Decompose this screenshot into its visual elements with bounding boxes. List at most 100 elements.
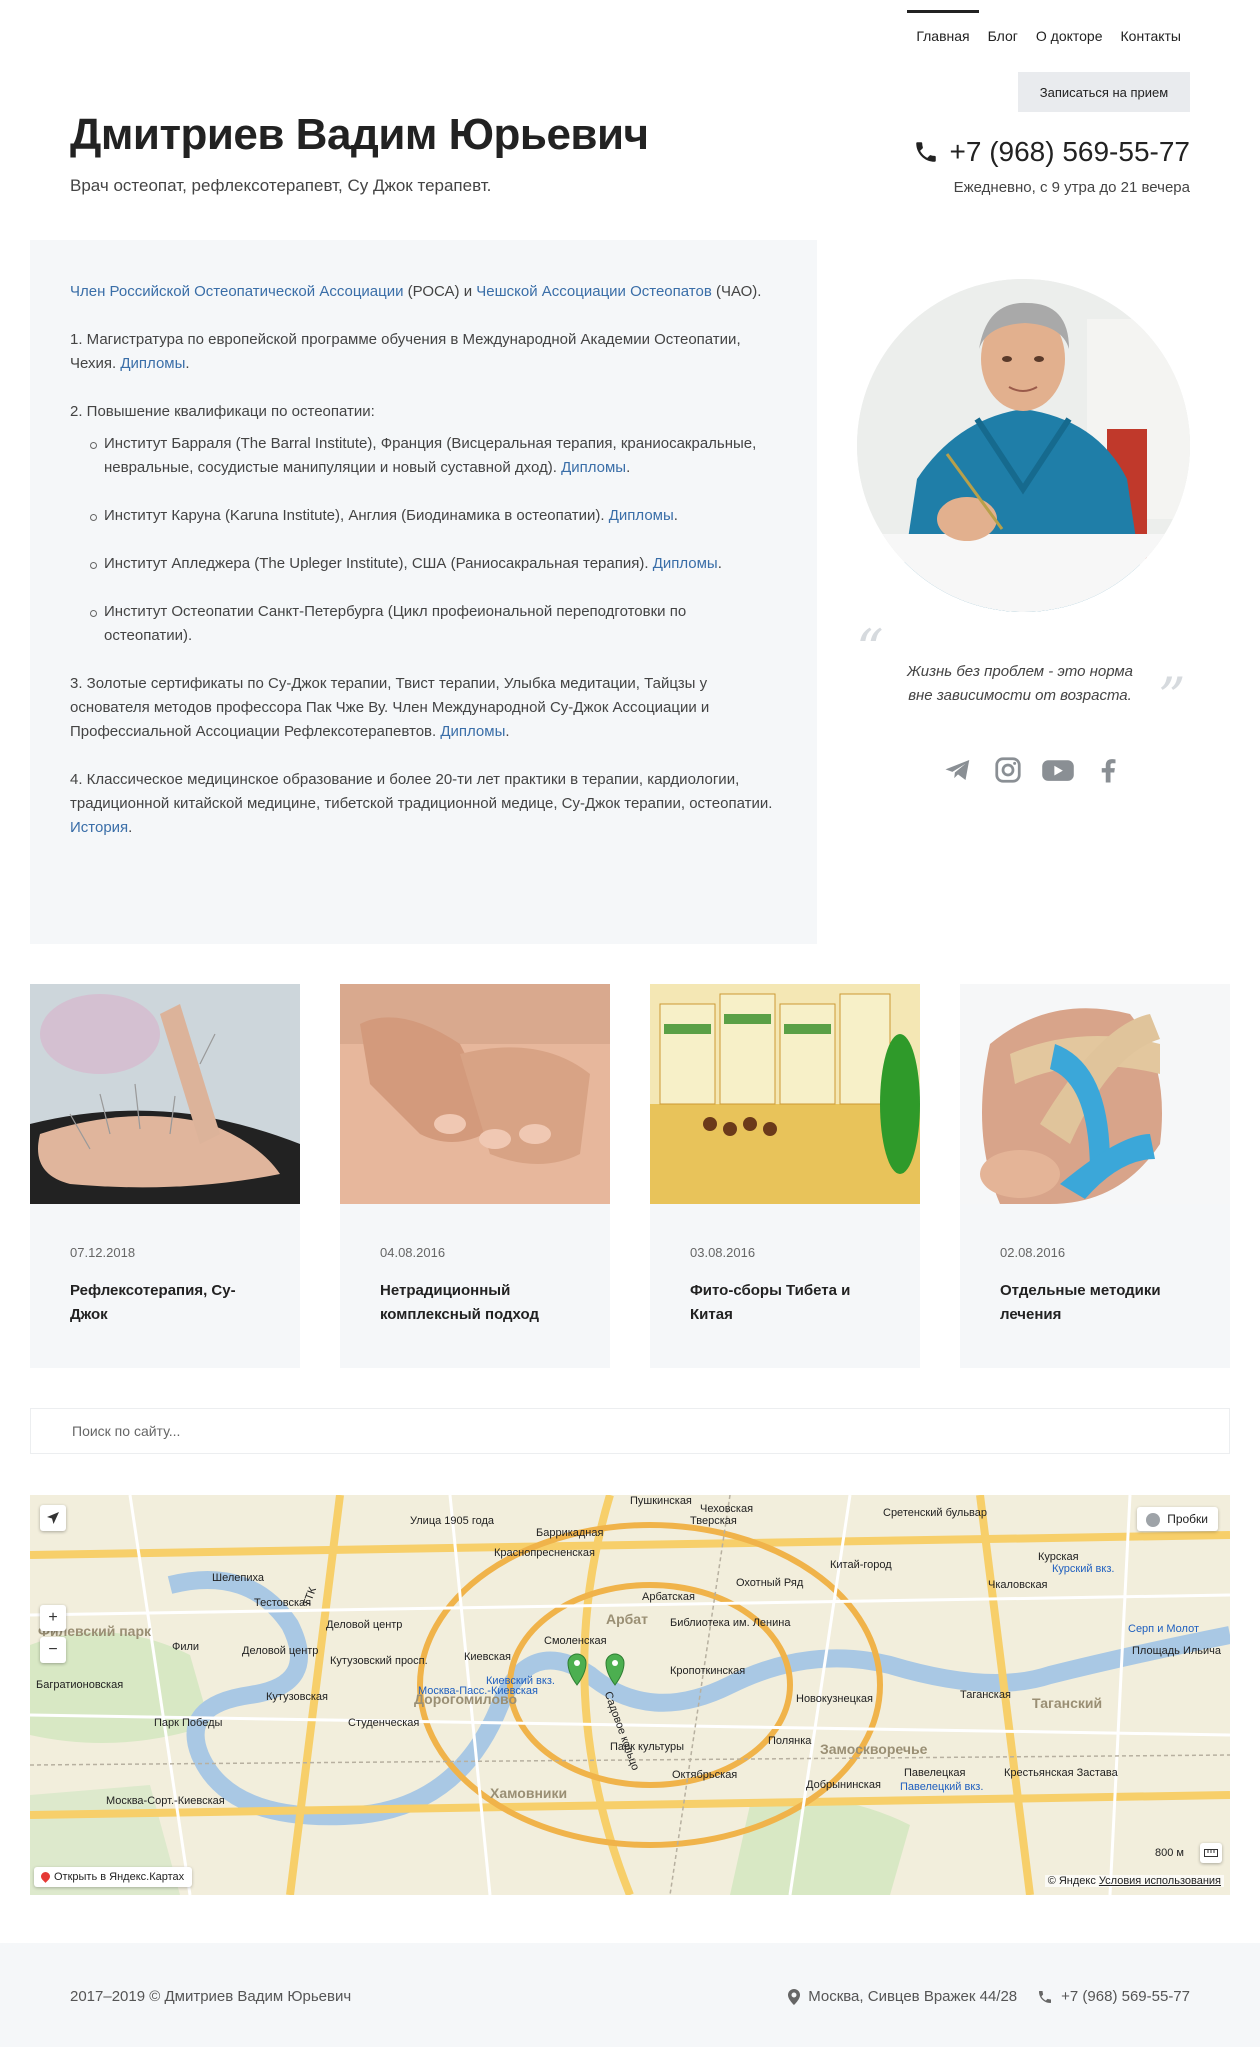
map-zoom-out-button[interactable]: − bbox=[40, 1637, 66, 1663]
footer-address[interactable]: Москва, Сивцев Вражек 44/28 bbox=[808, 1988, 1017, 2005]
doctor-quote: Жизнь без проблем - это норма вне зависи… bbox=[870, 660, 1170, 708]
map-label: Крестьянская Застава bbox=[1004, 1767, 1118, 1779]
bio-item-4: 4. Классическое медицинское образование … bbox=[70, 768, 777, 840]
location-pin-icon bbox=[788, 1988, 801, 2005]
rosa-link[interactable]: Член Российской Остеопатической Ассоциац… bbox=[70, 283, 404, 300]
social-links bbox=[940, 752, 1126, 788]
diplomas-link[interactable]: Дипломы bbox=[120, 355, 185, 372]
blog-card-4[interactable]: 02.08.2016 Отдельные методики лечения bbox=[960, 984, 1230, 1368]
diplomas-link[interactable]: Дипломы bbox=[561, 459, 626, 476]
card-title[interactable]: Нетрадиционный комплексный подход bbox=[380, 1279, 580, 1327]
card-title[interactable]: Отдельные методики лечения bbox=[1000, 1279, 1200, 1327]
facebook-icon[interactable] bbox=[1090, 752, 1126, 788]
map-label: Кутузовский просп. bbox=[330, 1655, 428, 1667]
bio-dot: . bbox=[717, 555, 722, 572]
map-label: Курский вкз. bbox=[1052, 1563, 1115, 1575]
bio-sub-3: Институт Апледжера (The Upleger Institut… bbox=[90, 552, 777, 576]
map-label: Таганский bbox=[1032, 1695, 1103, 1711]
card-title[interactable]: Фито-сборы Тибета и Китая bbox=[690, 1279, 890, 1327]
map-label: Новокузнецкая bbox=[796, 1693, 873, 1705]
working-hours: Ежедневно, с 9 утра до 21 вечера bbox=[953, 179, 1190, 196]
map-label: Пушкинская bbox=[630, 1495, 692, 1507]
blog-card-2[interactable]: 04.08.2016 Нетрадиционный комплексный по… bbox=[340, 984, 610, 1368]
card-image-herbs bbox=[650, 984, 920, 1204]
card-image-taping bbox=[960, 984, 1230, 1204]
bio-sub-4: Институт Остеопатии Санкт-Петербурга (Ци… bbox=[90, 600, 777, 648]
map-locate-button[interactable] bbox=[40, 1505, 66, 1531]
map-label: Парк Победы bbox=[154, 1717, 223, 1729]
traffic-icon bbox=[1146, 1513, 1161, 1527]
site-search bbox=[30, 1408, 1230, 1454]
bio-sub-2: Институт Каруна (Karuna Institute), Англ… bbox=[90, 504, 777, 528]
quote-line-1: Жизнь без проблем - это норма bbox=[906, 663, 1134, 680]
bio-dot: . bbox=[185, 355, 190, 372]
header-phone[interactable]: +7 (968) 569-55-77 bbox=[913, 136, 1190, 168]
phone-icon bbox=[1039, 1990, 1052, 2003]
history-link[interactable]: История bbox=[70, 819, 128, 836]
quote-close-mark: ” bbox=[1158, 666, 1186, 729]
footer-phone[interactable]: +7 (968) 569-55-77 bbox=[1061, 1988, 1190, 2005]
yandex-map[interactable]: Пушкинская Чеховская Тверская Сретенский… bbox=[30, 1495, 1230, 1895]
diplomas-link[interactable]: Дипломы bbox=[609, 507, 674, 524]
map-label: Таганская bbox=[960, 1689, 1011, 1701]
map-label: Кутузовская bbox=[266, 1691, 328, 1703]
map-label: Краснопресненская bbox=[494, 1547, 595, 1559]
page-title: Дмитриев Вадим Юрьевич bbox=[70, 110, 649, 159]
terms-link[interactable]: Условия использования bbox=[1099, 1875, 1221, 1887]
search-input[interactable] bbox=[31, 1409, 1229, 1453]
diplomas-link[interactable]: Дипломы bbox=[440, 723, 505, 740]
map-label: Деловой центр bbox=[242, 1645, 319, 1657]
bio-dot: . bbox=[626, 459, 631, 476]
doctor-photo bbox=[857, 279, 1190, 612]
bio-dot: . bbox=[505, 723, 510, 740]
traffic-label: Пробки bbox=[1167, 1512, 1208, 1526]
bio-sublist: Институт Барраля (The Barral Institute),… bbox=[90, 432, 777, 648]
ruler-icon bbox=[1204, 1849, 1218, 1857]
bio-sub-2-text: Институт Каруна (Karuna Institute), Англ… bbox=[104, 507, 609, 524]
chao-link[interactable]: Чешской Ассоциации Остеопатов bbox=[476, 283, 712, 300]
map-label: Шелепиха bbox=[212, 1572, 264, 1584]
telegram-icon[interactable] bbox=[940, 752, 976, 788]
card-image-massage bbox=[340, 984, 610, 1204]
youtube-icon[interactable] bbox=[1040, 752, 1076, 788]
nav-item-contacts[interactable]: Контакты bbox=[1112, 0, 1190, 56]
page-subtitle: Врач остеопат, рефлексотерапевт, Су Джок… bbox=[70, 176, 492, 195]
open-in-yandex-maps-link[interactable]: Открыть в Яндекс.Картах bbox=[34, 1867, 193, 1887]
bio-item-1: 1. Магистратура по европейской программе… bbox=[70, 328, 777, 376]
map-label: Баррикадная bbox=[536, 1527, 604, 1539]
bio-item-3: 3. Золотые сертификаты по Су-Джок терапи… bbox=[70, 672, 777, 744]
nav-item-about[interactable]: О докторе bbox=[1027, 0, 1112, 56]
bio-panel: Член Российской Остеопатической Ассоциац… bbox=[30, 240, 817, 944]
nav-item-blog[interactable]: Блог bbox=[979, 0, 1027, 56]
blog-card-3[interactable]: 03.08.2016 Фито-сборы Тибета и Китая bbox=[650, 984, 920, 1368]
book-appointment-button[interactable]: Записаться на прием bbox=[1018, 72, 1190, 112]
map-label: Смоленская bbox=[544, 1635, 607, 1647]
footer-copyright: 2017–2019 © Дмитриев Вадим Юрьевич bbox=[70, 1988, 352, 2005]
bio-intro: Член Российской Остеопатической Ассоциац… bbox=[70, 280, 777, 304]
card-image-reflexotherapy bbox=[30, 984, 300, 1204]
map-pin-icon bbox=[39, 1870, 52, 1883]
diplomas-link[interactable]: Дипломы bbox=[653, 555, 718, 572]
card-title[interactable]: Рефлексотерапия, Су-Джок bbox=[70, 1279, 270, 1327]
nav-item-home[interactable]: Главная bbox=[907, 0, 979, 56]
card-date: 04.08.2016 bbox=[380, 1245, 446, 1260]
map-label: Улица 1905 года bbox=[410, 1515, 494, 1527]
bio-intro-end: (ЧАО). bbox=[711, 283, 762, 300]
map-label: Хамовники bbox=[490, 1785, 568, 1801]
blog-card-1[interactable]: 07.12.2018 Рефлексотерапия, Су-Джок bbox=[30, 984, 300, 1368]
map-label: Замоскворечье bbox=[820, 1741, 928, 1757]
map-label: Добрынинская bbox=[806, 1779, 881, 1791]
bio-item-3-text: 3. Золотые сертификаты по Су-Джок терапи… bbox=[70, 675, 710, 740]
instagram-icon[interactable] bbox=[990, 752, 1026, 788]
open-in-maps-label: Открыть в Яндекс.Картах bbox=[54, 1871, 185, 1883]
ruler-button[interactable] bbox=[1200, 1843, 1222, 1863]
map-label: Дорогомилово bbox=[414, 1691, 518, 1707]
footer: 2017–2019 © Дмитриев Вадим Юрьевич Москв… bbox=[0, 1943, 1260, 2047]
map-zoom-in-button[interactable]: + bbox=[40, 1605, 66, 1631]
map-label: Арбат bbox=[606, 1611, 648, 1627]
map-label: Кропоткинская bbox=[670, 1665, 746, 1677]
top-nav: Главная Блог О докторе Контакты bbox=[907, 0, 1190, 72]
map-label: Деловой центр bbox=[326, 1619, 403, 1631]
map-label: Курская bbox=[1038, 1551, 1079, 1563]
traffic-button[interactable]: Пробки bbox=[1137, 1507, 1218, 1531]
